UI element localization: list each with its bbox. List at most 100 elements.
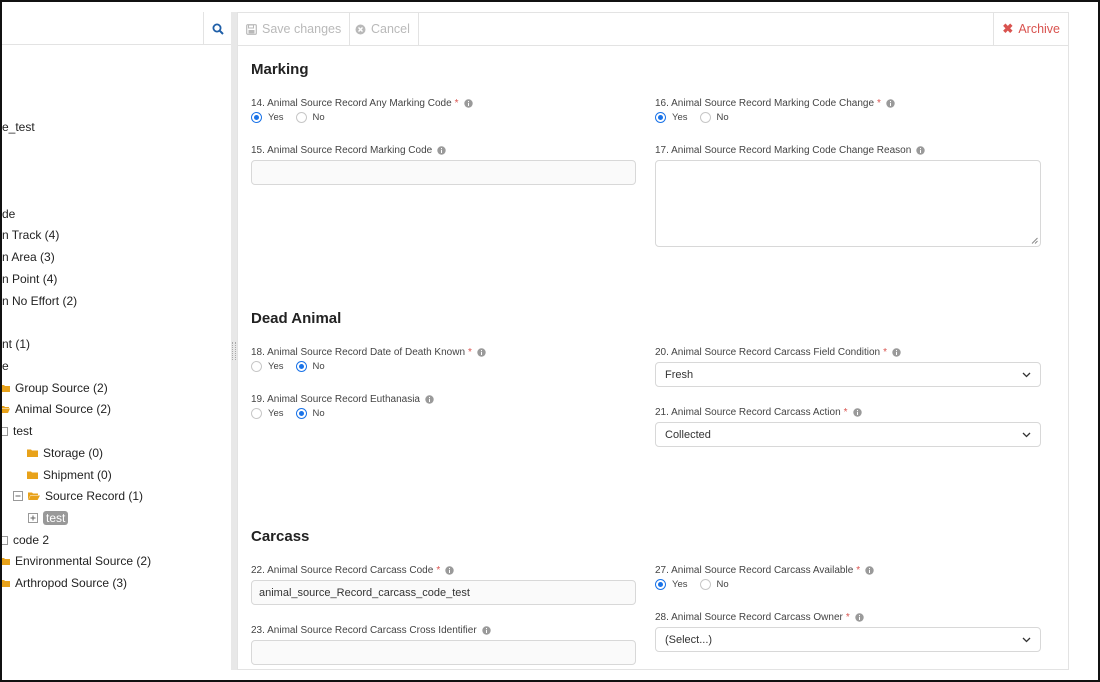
radio-button[interactable] (699, 579, 711, 590)
tree-node[interactable]: Source Record (1) (13, 487, 143, 505)
tree-node[interactable]: n No Effort (2) (2, 292, 77, 310)
radio-button[interactable] (251, 408, 262, 419)
cancel-button[interactable]: Cancel (347, 13, 419, 45)
tree-node[interactable]: n Track (4) (2, 226, 59, 244)
tree-node-label: test (13, 424, 33, 438)
folder-open-icon (2, 404, 10, 414)
field-label-text: 15. Animal Source Record Marking Code (251, 145, 433, 156)
info-circle-icon[interactable] (425, 395, 434, 404)
tree-node[interactable]: Group Source (2) (2, 379, 108, 397)
radio-yes-option[interactable]: Yes (655, 112, 688, 123)
minus-box-icon[interactable] (13, 491, 23, 501)
radio-yes-label: Yes (672, 112, 688, 123)
tree-node[interactable]: test (2, 422, 33, 440)
radio-no-label: No (312, 408, 325, 419)
radio-no-label: No (312, 112, 325, 123)
resize-grip-icon[interactable] (1031, 237, 1038, 244)
field-label-text: 21. Animal Source Record Carcass Action (655, 407, 841, 418)
radio-no-option[interactable]: No (295, 408, 325, 419)
radio-yes-option[interactable]: Yes (655, 579, 688, 590)
carcass-action-select[interactable]: Collected (655, 422, 1041, 447)
radio-button-checked[interactable] (655, 579, 666, 590)
tree-node-label: e (2, 359, 9, 373)
tree-node[interactable]: Arthropod Source (3) (2, 574, 127, 592)
carcass-cross-identifier-input[interactable] (251, 640, 636, 665)
radio-no-label: No (716, 579, 729, 590)
radio-group-19: Yes No (251, 408, 337, 419)
radio-yes-option[interactable]: Yes (251, 408, 284, 419)
info-circle-icon[interactable] (463, 99, 473, 108)
info-circle-icon[interactable] (865, 566, 874, 575)
radio-no-option[interactable]: No (295, 112, 325, 123)
section-title-marking: Marking (251, 61, 309, 78)
minus-box-icon[interactable] (2, 535, 8, 545)
tree-node-label: de (2, 207, 16, 221)
tree-node-label: n No Effort (2) (2, 294, 78, 308)
radio-button-checked[interactable] (251, 112, 262, 123)
info-circle-icon[interactable] (437, 146, 446, 155)
tree-node[interactable]: Shipment (0) (27, 466, 112, 484)
radio-button-checked[interactable] (295, 361, 307, 372)
carcass-owner-select[interactable]: (Select...) (655, 627, 1041, 652)
field-label-text: 14. Animal Source Record Any Marking Cod… (251, 98, 452, 109)
required-marker: * (468, 347, 472, 358)
tree-node-selected[interactable]: test (28, 509, 69, 527)
tree-node[interactable]: n Point (4) (2, 270, 57, 288)
chevron-down-icon (1022, 432, 1031, 437)
chevron-down-icon (1022, 372, 1031, 377)
folder-icon (2, 383, 10, 393)
field-label-16: 16. Animal Source Record Marking Code Ch… (655, 98, 895, 109)
save-changes-button[interactable]: Save changes (238, 13, 351, 45)
radio-no-option[interactable]: No (295, 361, 325, 372)
info-circle-icon[interactable] (892, 348, 901, 357)
info-circle-icon[interactable] (886, 99, 895, 108)
search-button[interactable] (203, 12, 231, 45)
minus-box-icon[interactable] (2, 426, 8, 436)
radio-yes-option[interactable]: Yes (251, 112, 284, 123)
tree-search-bar[interactable] (2, 12, 231, 45)
info-circle-icon[interactable] (445, 566, 454, 575)
marking-code-change-reason-textarea[interactable] (655, 160, 1041, 247)
tree-node[interactable]: Environmental Source (2) (2, 552, 152, 570)
tree-node[interactable]: e (2, 357, 9, 375)
tree-node-label: Group Source (2) (15, 381, 108, 395)
plus-box-icon[interactable] (28, 513, 38, 523)
radio-button-checked[interactable] (295, 408, 307, 419)
info-circle-icon[interactable] (916, 146, 925, 155)
tree-node[interactable]: de (2, 205, 15, 223)
radio-no-option[interactable]: No (699, 579, 729, 590)
info-circle-icon[interactable] (477, 348, 486, 357)
tree-node[interactable]: Animal Source (2) (2, 400, 112, 418)
cancel-label: Cancel (371, 22, 410, 36)
radio-button[interactable] (699, 112, 711, 123)
splitter-grip[interactable] (232, 342, 236, 360)
field-label-14: 14. Animal Source Record Any Marking Cod… (251, 98, 473, 109)
tree-node-label: Source Record (1) (45, 489, 144, 503)
radio-button[interactable] (251, 361, 262, 372)
info-circle-icon[interactable] (481, 626, 491, 635)
tree-node[interactable]: Storage (0) (27, 444, 103, 462)
carcass-field-condition-select[interactable]: Fresh (655, 362, 1041, 387)
archive-button[interactable]: ✖ Archive (993, 13, 1068, 45)
select-value: (Select...) (665, 633, 713, 646)
field-label-text: 16. Animal Source Record Marking Code Ch… (655, 98, 875, 109)
field-label-text: 27. Animal Source Record Carcass Availab… (655, 565, 854, 576)
radio-button-checked[interactable] (655, 112, 666, 123)
tree-node[interactable]: e_test (2, 118, 35, 136)
field-label-text: 28. Animal Source Record Carcass Owner (655, 612, 843, 623)
tree-node-label: Environmental Source (2) (15, 554, 152, 568)
tree-node-label: Animal Source (2) (15, 402, 112, 416)
save-changes-label: Save changes (262, 22, 342, 36)
tree-node[interactable]: nt (1) (2, 335, 30, 353)
radio-yes-option[interactable]: Yes (251, 361, 284, 372)
radio-button[interactable] (295, 112, 307, 123)
tree-node[interactable]: n Area (3) (2, 248, 55, 266)
info-circle-icon[interactable] (852, 408, 862, 417)
carcass-code-input[interactable]: animal_source_Record_carcass_code_test (251, 580, 636, 605)
tree-node[interactable]: code 2 (2, 531, 49, 549)
info-circle-icon[interactable] (855, 613, 864, 622)
marking-code-input[interactable] (251, 160, 636, 185)
radio-no-option[interactable]: No (699, 112, 729, 123)
tree-node-label: test (43, 511, 69, 525)
radio-no-label: No (716, 112, 729, 123)
